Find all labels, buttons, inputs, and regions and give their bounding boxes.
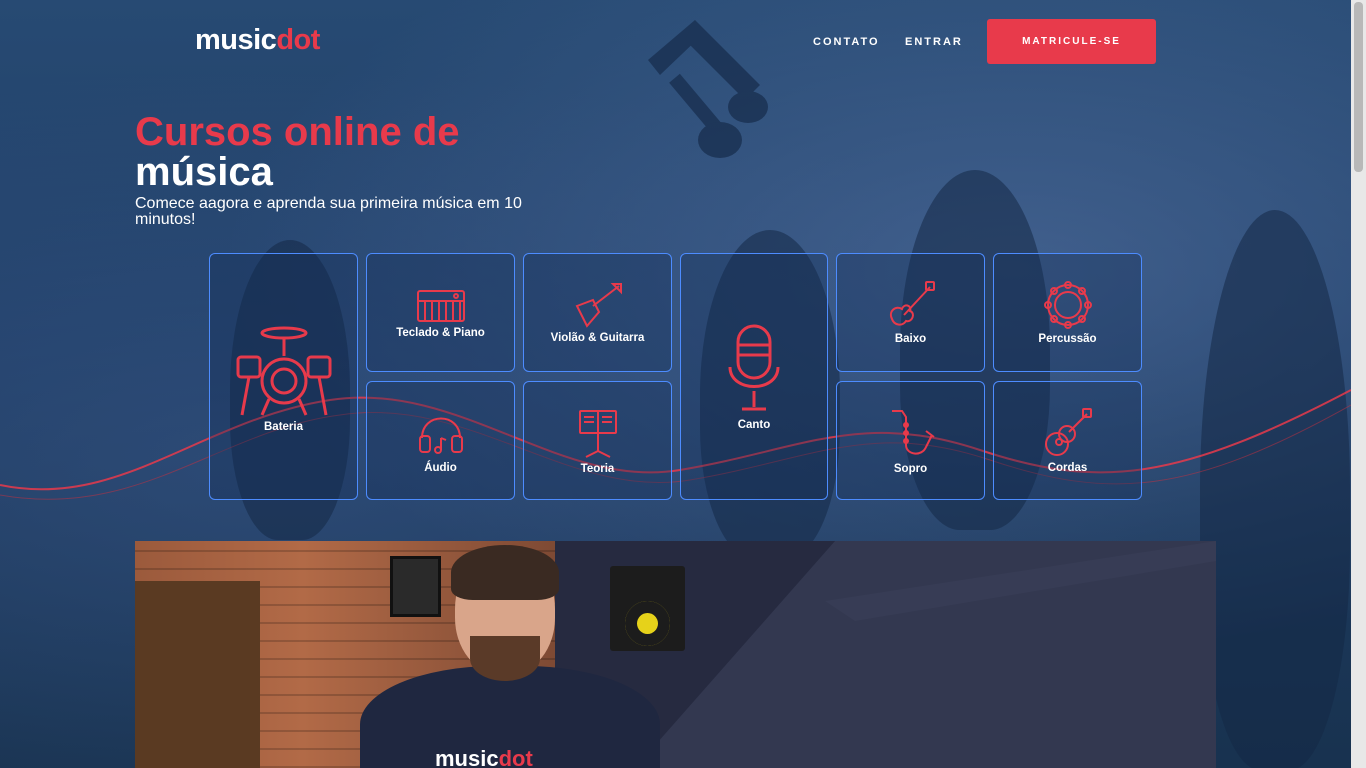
page-title-line2: música: [135, 150, 273, 194]
shirt-logo-accent: dot: [498, 746, 533, 768]
microphone-icon: [728, 324, 780, 410]
course-label: Teclado & Piano: [396, 326, 485, 339]
logo-accent-text: dot: [276, 24, 320, 56]
presenter-hair: [451, 545, 559, 600]
course-label: Baixo: [894, 332, 927, 345]
course-label: Teoria: [580, 462, 615, 475]
course-label: Bateria: [264, 420, 303, 433]
course-tile-cordas[interactable]: Cordas: [993, 381, 1142, 500]
course-tile-sopro[interactable]: Sopro: [836, 381, 985, 500]
course-tile-violao-guitarra[interactable]: Violão & Guitarra: [523, 253, 672, 372]
ukulele-icon: [1044, 407, 1092, 456]
course-tile-baixo[interactable]: Baixo: [836, 253, 985, 372]
shirt-logo: musicdot: [435, 746, 533, 768]
sound-wave: [0, 389, 1351, 500]
course-tile-teoria[interactable]: Teoria: [523, 381, 672, 500]
nav-entrar-link[interactable]: ENTRAR: [905, 36, 963, 48]
music-note-icon: [648, 20, 768, 158]
page-title-line1: Cursos online de: [135, 110, 460, 154]
course-label: Cordas: [1047, 461, 1088, 474]
nav-contato-link[interactable]: CONTATO: [813, 36, 880, 48]
logo-text: music: [195, 24, 277, 56]
course-label: Sopro: [893, 462, 928, 475]
keyboard-icon: [416, 289, 465, 322]
course-label: Percussão: [1038, 332, 1097, 345]
course-label: Áudio: [424, 461, 457, 474]
course-label: Canto: [737, 418, 771, 431]
course-tile-audio[interactable]: Áudio: [366, 381, 515, 500]
intro-video[interactable]: musicdot: [135, 541, 1216, 768]
course-tile-percussao[interactable]: Percussão: [993, 253, 1142, 372]
video-overlay-shape: [635, 541, 1216, 768]
matricule-se-button[interactable]: MATRICULE-SE: [987, 19, 1156, 64]
tambourine-icon: [1043, 280, 1092, 329]
saxophone-icon: [891, 409, 935, 454]
scrollbar-thumb[interactable]: [1354, 2, 1363, 172]
hero-subtitle: Comece aagora e aprenda sua primeira mús…: [135, 195, 522, 228]
guitar-icon: [575, 282, 622, 328]
logo[interactable]: musicdot: [195, 24, 320, 57]
headphones-icon: [418, 417, 463, 454]
course-tile-teclado-piano[interactable]: Teclado & Piano: [366, 253, 515, 372]
drums-icon: [236, 326, 331, 416]
music-stand-icon: [578, 409, 617, 458]
presenter-beard: [470, 636, 540, 681]
shirt-logo-text: music: [435, 746, 499, 768]
course-tile-bateria[interactable]: Bateria: [209, 253, 358, 500]
page-scrollbar[interactable]: [1351, 0, 1366, 768]
course-tile-canto[interactable]: Canto: [680, 253, 828, 500]
bass-icon: [889, 280, 935, 326]
course-label: Violão & Guitarra: [550, 331, 645, 344]
